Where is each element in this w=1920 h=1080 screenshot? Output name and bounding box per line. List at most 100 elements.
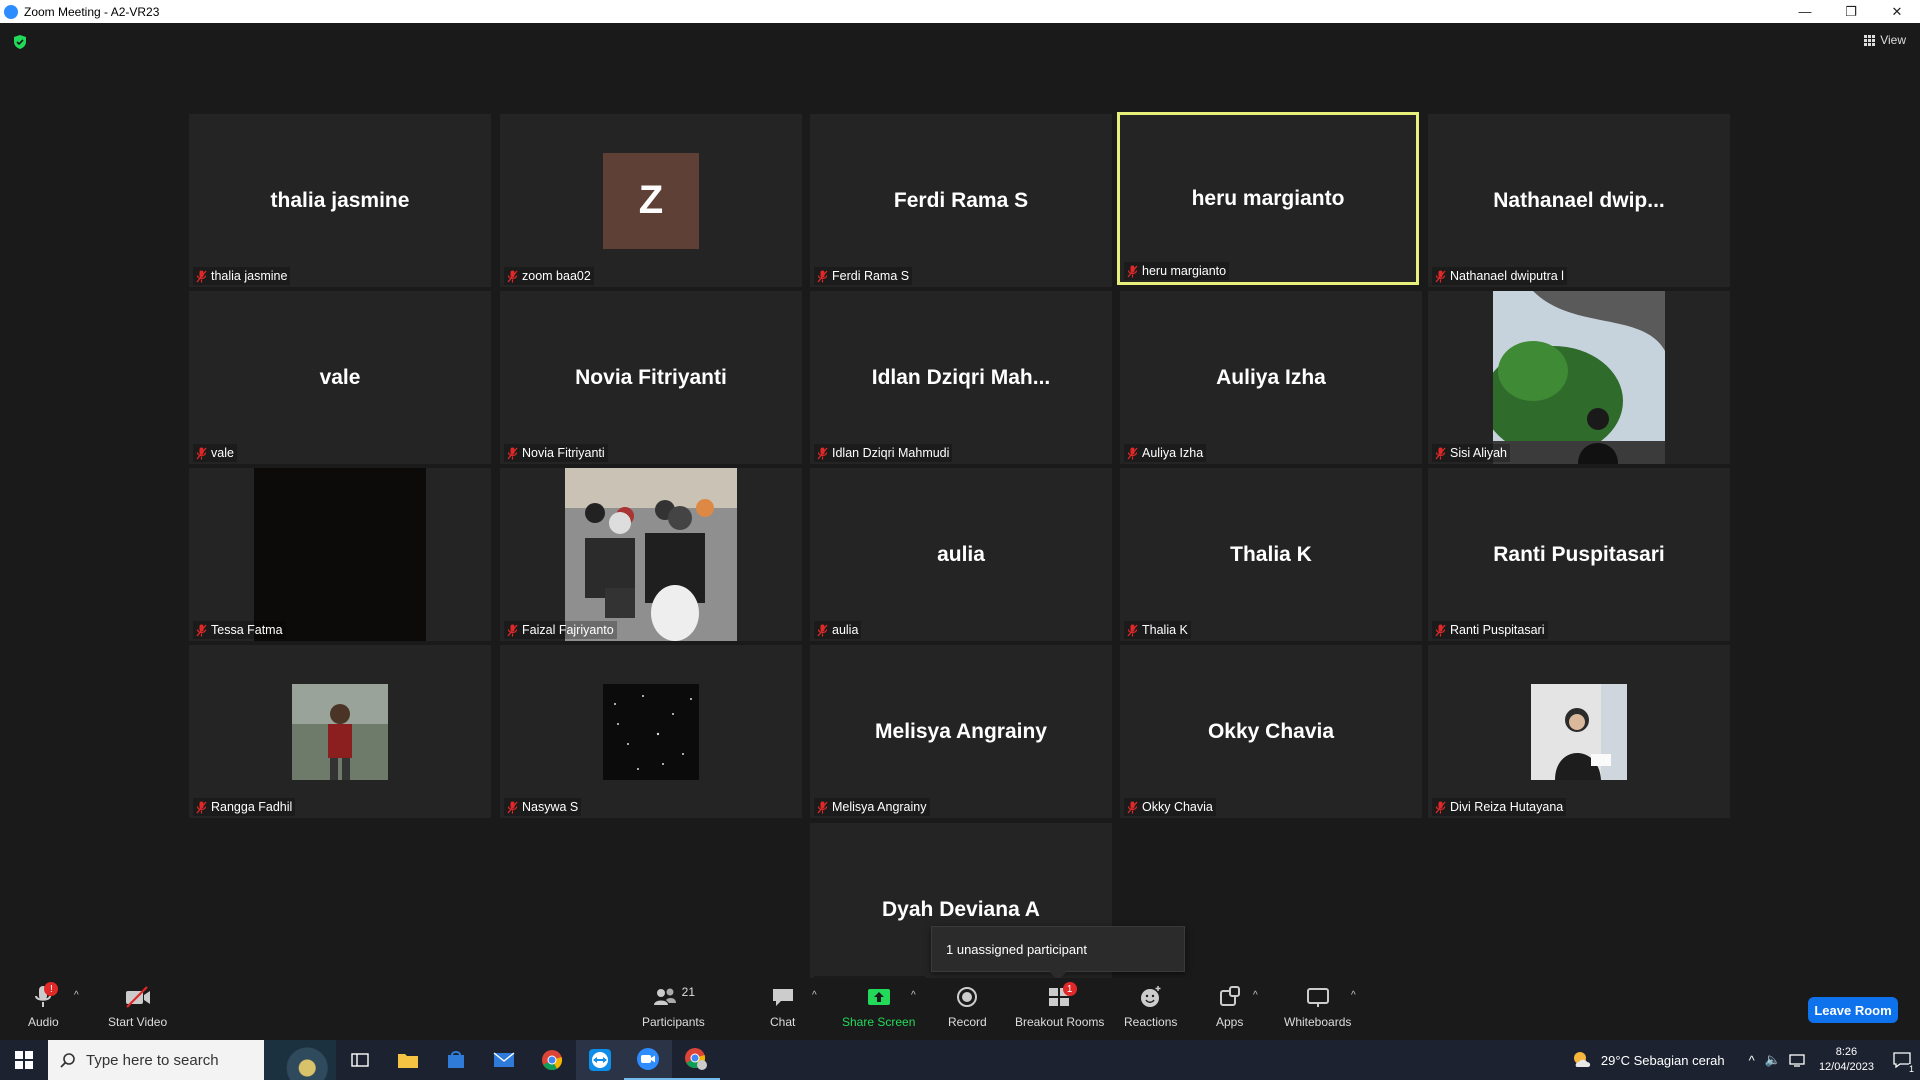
close-button[interactable]: ✕ <box>1874 0 1920 23</box>
search-highlight-image <box>264 1040 336 1080</box>
view-button[interactable]: View <box>1864 33 1906 47</box>
grid-icon <box>1864 34 1876 46</box>
restore-button[interactable]: ❐ <box>1828 0 1874 23</box>
share-screen-button[interactable]: Share Screen <box>842 982 915 1029</box>
clock-date: 12/04/2023 <box>1818 1061 1874 1073</box>
muted-mic-icon <box>196 270 207 282</box>
participant-avatar-photo <box>1531 683 1627 780</box>
whiteboards-options-caret[interactable]: ^ <box>1351 990 1356 1001</box>
participant-avatar-photo <box>292 683 388 780</box>
apps-icon <box>1219 986 1240 1006</box>
participant-tile[interactable]: Tessa Fatma <box>189 468 491 641</box>
participants-label: Participants <box>642 1015 705 1029</box>
participant-tile-active-speaker[interactable]: heru margianto heru margianto <box>1117 112 1419 285</box>
whiteboards-label: Whiteboards <box>1284 1015 1352 1029</box>
chrome-button[interactable] <box>528 1040 576 1080</box>
participant-name-label: zoom baa02 <box>504 267 594 285</box>
audio-warning-badge: ! <box>44 982 59 996</box>
system-tray: 29°C Sebagian cerah ^ 🔈 8:26 12/04/2023 … <box>1571 1040 1920 1080</box>
chrome-profile-icon <box>685 1048 707 1070</box>
participant-tile[interactable]: Sisi Aliyah <box>1428 291 1730 464</box>
search-icon <box>60 1053 75 1068</box>
audio-label: Audio <box>28 1015 59 1029</box>
participants-button[interactable]: 21 Participants <box>642 982 705 1029</box>
participant-tile[interactable]: Thalia K Thalia K <box>1120 468 1422 641</box>
leave-room-button[interactable]: Leave Room <box>1808 997 1898 1023</box>
mail-button[interactable] <box>480 1040 528 1080</box>
muted-mic-icon <box>1127 801 1138 813</box>
muted-mic-icon <box>817 447 828 459</box>
participant-video-feed <box>1493 291 1665 464</box>
participant-tile[interactable]: Nathanael dwip... Nathanael dwiputra l <box>1428 114 1730 287</box>
network-icon[interactable] <box>1789 1053 1805 1067</box>
store-button[interactable] <box>432 1040 480 1080</box>
audio-button[interactable]: ! Audio <box>28 982 59 1029</box>
participant-name-label: Nasywa S <box>504 798 582 816</box>
participant-tile[interactable]: Idlan Dziqri Mah... Idlan Dziqri Mahmudi <box>810 291 1112 464</box>
muted-mic-icon <box>1127 265 1138 277</box>
windows-start-button[interactable] <box>0 1040 48 1080</box>
participants-icon <box>653 988 676 1005</box>
task-view-icon <box>351 1053 369 1067</box>
participant-name-label: Melisya Angrainy <box>814 798 930 816</box>
participant-tile[interactable]: aulia aulia <box>810 468 1112 641</box>
participant-tile[interactable]: Zzoom baa02 <box>500 114 802 287</box>
share-options-caret[interactable]: ^ <box>911 990 916 1001</box>
apps-options-caret[interactable]: ^ <box>1253 990 1258 1001</box>
participant-tile[interactable]: Okky Chavia Okky Chavia <box>1120 645 1422 818</box>
participant-tile[interactable]: Faizal Fajriyanto <box>500 468 802 641</box>
show-hidden-icons-caret[interactable]: ^ <box>1749 1053 1755 1068</box>
whiteboards-button[interactable]: Whiteboards <box>1284 982 1351 1029</box>
participant-display-name: vale <box>319 365 361 389</box>
weather-text[interactable]: 29°C Sebagian cerah <box>1601 1053 1725 1068</box>
participant-tile[interactable]: Ferdi Rama S Ferdi Rama S <box>810 114 1112 287</box>
muted-mic-icon <box>1435 624 1446 636</box>
participant-name-label: Ferdi Rama S <box>814 267 913 285</box>
encryption-shield-icon[interactable] <box>12 34 28 50</box>
participant-tile[interactable]: Ranti Puspitasari Ranti Puspitasari <box>1428 468 1730 641</box>
teamviewer-button[interactable] <box>576 1040 624 1080</box>
start-video-button[interactable]: Start Video <box>108 982 167 1029</box>
audio-options-caret[interactable]: ^ <box>74 990 79 1001</box>
participant-name: vale <box>211 446 234 460</box>
reactions-button[interactable]: Reactions <box>1124 982 1177 1029</box>
chat-options-caret[interactable]: ^ <box>812 990 817 1001</box>
taskbar-clock[interactable]: 8:26 12/04/2023 <box>1819 1045 1874 1075</box>
participant-name-label: heru margianto <box>1124 262 1230 280</box>
participant-tile[interactable]: vale vale <box>189 291 491 464</box>
participant-name: Ranti Puspitasari <box>1450 623 1545 637</box>
zoom-taskbar-button[interactable] <box>624 1040 672 1080</box>
breakout-rooms-button[interactable]: 1 Breakout Rooms <box>1015 982 1104 1029</box>
search-placeholder: Type here to search <box>86 1051 219 1069</box>
mail-icon <box>493 1052 515 1067</box>
participant-tile[interactable]: Melisya Angrainy Melisya Angrainy <box>810 645 1112 818</box>
muted-mic-icon <box>196 624 207 636</box>
participant-tile[interactable]: Divi Reiza Hutayana <box>1428 645 1730 818</box>
video-off-icon <box>125 986 150 1008</box>
minimize-button[interactable]: — <box>1782 0 1828 23</box>
notification-button[interactable]: 1 <box>1884 1040 1920 1080</box>
participant-tile[interactable]: thalia jasmine thalia jasmine <box>189 114 491 287</box>
participant-tile[interactable]: Novia Fitriyanti Novia Fitriyanti <box>500 291 802 464</box>
chat-label: Chat <box>770 1015 796 1029</box>
participant-name: Thalia K <box>1142 623 1188 637</box>
volume-icon[interactable]: 🔈 <box>1765 1052 1781 1068</box>
participant-name-label: aulia <box>814 621 862 639</box>
participant-name: Faizal Fajriyanto <box>522 623 614 637</box>
chrome-profile-button[interactable] <box>672 1040 720 1080</box>
task-view-button[interactable] <box>336 1040 384 1080</box>
chat-button[interactable]: Chat <box>770 982 795 1029</box>
participant-tile[interactable]: Nasywa S <box>500 645 802 818</box>
participant-tile[interactable]: Rangga Fadhil <box>189 645 491 818</box>
title-bar: Zoom Meeting - A2-VR23 — ❐ ✕ <box>0 0 1920 23</box>
windows-logo-icon <box>15 1051 33 1069</box>
store-icon <box>448 1051 464 1068</box>
apps-button[interactable]: Apps <box>1216 982 1243 1029</box>
participant-tile[interactable]: Auliya Izha Auliya Izha <box>1120 291 1422 464</box>
participant-video-feed <box>254 468 426 641</box>
taskbar-search-box[interactable]: Type here to search <box>48 1040 336 1080</box>
participant-name-label: Sisi Aliyah <box>1432 444 1510 462</box>
folder-icon <box>398 1054 418 1068</box>
record-button[interactable]: Record <box>948 982 987 1029</box>
file-explorer-button[interactable] <box>384 1040 432 1080</box>
